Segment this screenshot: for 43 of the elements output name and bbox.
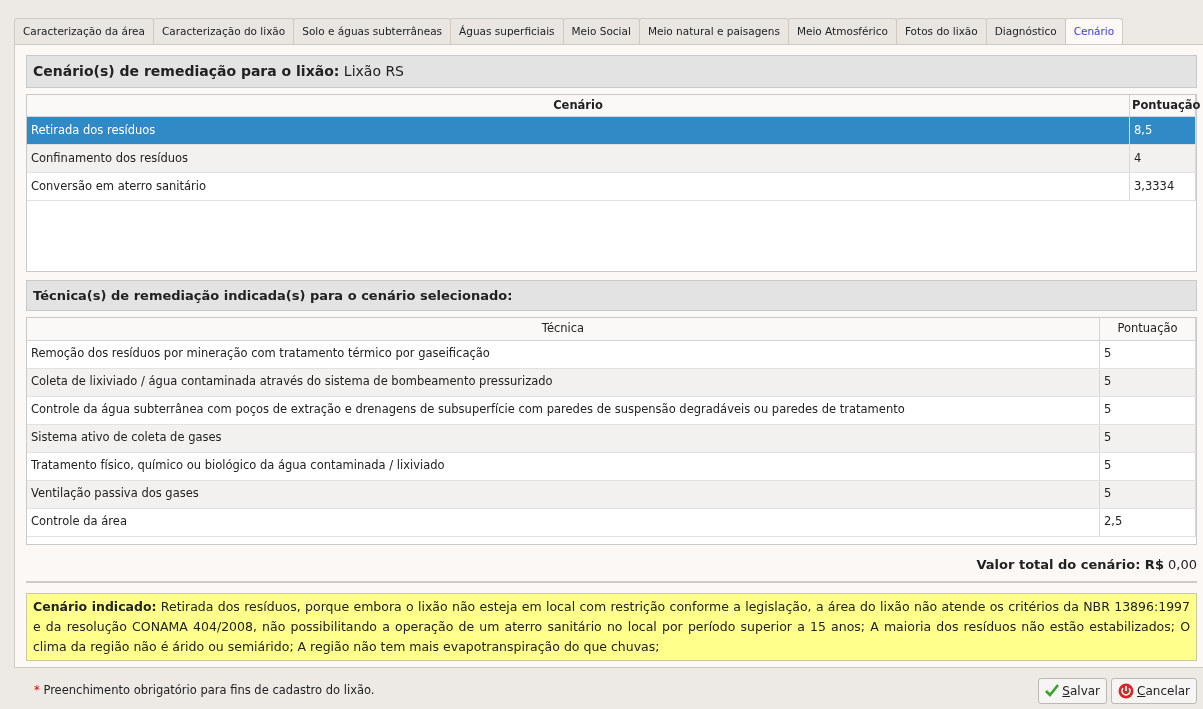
cancel-button[interactable]: Cancelar: [1111, 677, 1197, 704]
column-header[interactable]: Pontuação: [1099, 318, 1196, 340]
table-cell: Confinamento dos resíduos: [27, 144, 1130, 173]
table-cell: Coleta de lixiviado / água contaminada através do sistema de bombeamento pressurizado: [27, 368, 1100, 396]
table-cell: Sistema ativo de coleta de gases: [27, 424, 1100, 452]
table-cell: 2,5: [1099, 508, 1196, 536]
tab[interactable]: Meio Atmosférico: [787, 18, 897, 44]
tab[interactable]: Águas superficiais: [450, 18, 564, 44]
table-cell: Tratamento físico, químico ou biológico da água contaminada / lixiviado: [27, 452, 1100, 480]
tab[interactable]: Caracterização do lixão: [152, 18, 295, 44]
tab[interactable]: Fotos do lixão: [895, 18, 987, 44]
save-button[interactable]: Salvar: [1038, 677, 1108, 704]
footer-note: Preenchimento obrigatório para fins de cadastro do lixão.: [43, 683, 375, 698]
table-cell: 3,3334: [1129, 172, 1196, 201]
table-cell: 5: [1099, 452, 1196, 480]
tab[interactable]: Caracterização da área: [14, 18, 154, 44]
table-cell: Retirada dos resíduos: [27, 116, 1130, 145]
tab[interactable]: Meio Social: [562, 18, 640, 44]
recommendation-text: Cenário indicado: Retirada dos resíduos, porque embora o lixão não esteja em local com restrição conforme a legislação, a área do lixão não atende os critérios da NBR 13896:1997 e da resolução CONAMA 404/2008, não possibilitando a operação de um aterro sanitário no local por período superior a 15 anos; A maioria dos resíduos não estão estabilizados; O clima da região não é árido ou semiárido; A região não tem mais evapotranspiração do que chuvas;: [26, 592, 1197, 661]
total-value: Valor total do cenário: R$ 0,00: [976, 557, 1197, 573]
required-asterisk: *: [34, 683, 40, 698]
table-cell: 8,5: [1129, 116, 1196, 145]
section-heading: Técnica(s) de remediação indicada(s) para o cenário selecionado:: [26, 279, 1197, 312]
table-cell: 4: [1129, 144, 1196, 173]
section-heading: Cenário(s) de remediação para o lixão: Lixão RS: [26, 54, 1197, 88]
table-cell: Controle da área: [27, 508, 1100, 536]
table-cell: Conversão em aterro sanitário: [27, 172, 1130, 201]
table-cell: 5: [1099, 368, 1196, 396]
table-cell: Ventilação passiva dos gases: [27, 480, 1100, 508]
table-cell: Controle da água subterrânea com poços de extração e drenagens de subsuperfície com paredes de suspensão degradáveis ou paredes de tratamento: [27, 396, 1100, 424]
tab[interactable]: Solo e águas subterrâneas: [293, 18, 452, 44]
column-header[interactable]: Cenário: [27, 94, 1130, 117]
tab[interactable]: Cenário: [1064, 18, 1124, 44]
check-icon: [1045, 684, 1060, 698]
table-cell: 5: [1099, 480, 1196, 508]
tab[interactable]: Meio natural e paisagens: [638, 18, 789, 44]
table-cell: Remoção dos resíduos por mineração com tratamento térmico por gaseificação: [27, 340, 1100, 368]
tab[interactable]: Diagnóstico: [985, 18, 1066, 44]
column-header[interactable]: Técnica: [27, 318, 1100, 340]
table-cell: 5: [1099, 340, 1196, 368]
table-cell: 5: [1099, 424, 1196, 452]
power-icon: [1118, 682, 1135, 699]
table-cell: 5: [1099, 396, 1196, 424]
